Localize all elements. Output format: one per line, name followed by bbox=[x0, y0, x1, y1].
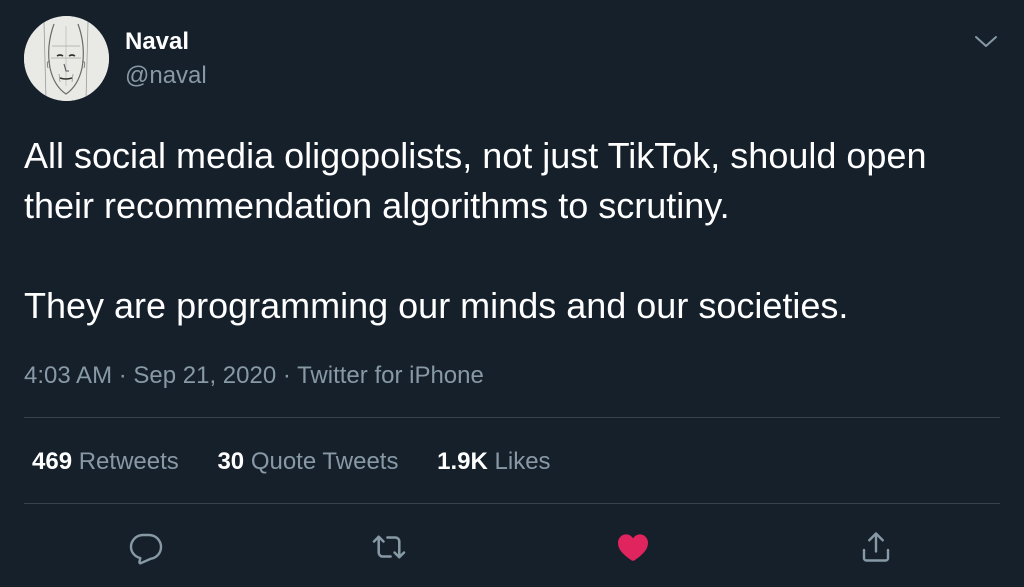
heart-icon bbox=[618, 534, 648, 561]
user-handle[interactable]: @naval bbox=[125, 62, 207, 90]
tweet-paragraph: All social media oligopolists, not just … bbox=[24, 135, 927, 226]
reply-icon bbox=[129, 533, 163, 565]
retweets-label: Retweets bbox=[78, 448, 179, 475]
quote-tweets-stat[interactable]: 30 Quote Tweets bbox=[217, 446, 398, 478]
like-button[interactable] bbox=[611, 525, 655, 569]
likes-stat[interactable]: 1.9K Likes bbox=[437, 446, 550, 478]
tweet-date[interactable]: Sep 21, 2020 bbox=[133, 362, 276, 389]
user-info: Naval @naval bbox=[125, 28, 207, 90]
tweet-meta: 4:03 AM · Sep 21, 2020 · Twitter for iPh… bbox=[24, 360, 484, 392]
meta-separator: · bbox=[112, 362, 134, 389]
likes-count: 1.9K bbox=[437, 448, 488, 475]
tweet-header: Naval @naval bbox=[24, 16, 1000, 104]
divider bbox=[24, 503, 1000, 504]
engagement-stats: 469 Retweets 30 Quote Tweets 1.9K Likes bbox=[32, 446, 583, 478]
quote-tweets-label: Quote Tweets bbox=[250, 448, 399, 475]
chevron-down-icon[interactable] bbox=[972, 28, 1000, 56]
display-name[interactable]: Naval bbox=[125, 28, 207, 56]
avatar[interactable] bbox=[24, 16, 109, 101]
tweet-card: Naval @naval All social media oligopolis… bbox=[0, 0, 1024, 587]
tweet-source[interactable]: Twitter for iPhone bbox=[297, 362, 484, 389]
retweets-count: 469 bbox=[32, 448, 73, 475]
sketched-face-avatar-icon bbox=[24, 16, 109, 101]
retweets-stat[interactable]: 469 Retweets bbox=[32, 446, 179, 478]
share-button[interactable] bbox=[854, 525, 898, 569]
tweet-text: All social media oligopolists, not just … bbox=[24, 131, 1004, 331]
quote-tweets-count: 30 bbox=[217, 448, 245, 475]
retweet-icon bbox=[372, 535, 406, 559]
share-icon bbox=[862, 532, 890, 562]
tweet-paragraph: They are programming our minds and our s… bbox=[24, 285, 849, 326]
divider bbox=[24, 417, 1000, 418]
meta-separator: · bbox=[276, 362, 298, 389]
action-bar bbox=[0, 525, 1024, 569]
retweet-button[interactable] bbox=[367, 525, 411, 569]
likes-label: Likes bbox=[494, 448, 551, 475]
tweet-time[interactable]: 4:03 AM bbox=[24, 362, 112, 389]
reply-button[interactable] bbox=[124, 525, 168, 569]
